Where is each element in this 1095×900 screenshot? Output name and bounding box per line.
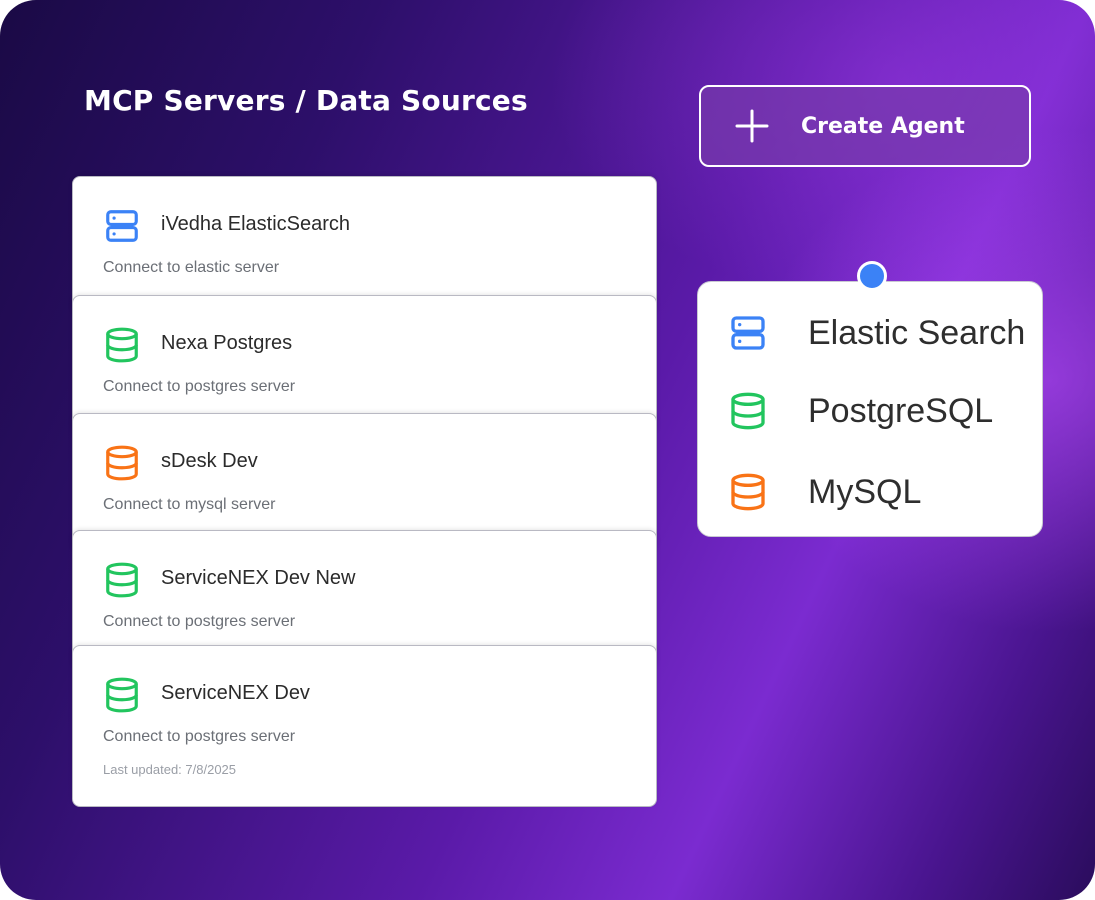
server-card-title: ServiceNEX Dev New [161, 567, 356, 589]
database-icon [728, 472, 768, 512]
app-frame: MCP Servers / Data Sources Create Agent … [0, 0, 1095, 900]
data-source-menu: Elastic Search PostgreSQL MySQL [697, 281, 1043, 537]
database-icon [728, 391, 768, 431]
menu-item-label: PostgreSQL [808, 391, 994, 430]
connector-dot[interactable] [857, 261, 887, 291]
server-card-description: Connect to elastic server [103, 259, 280, 276]
server-card-title: ServiceNEX Dev [161, 682, 310, 704]
create-agent-button[interactable]: Create Agent [699, 85, 1031, 167]
menu-item-label: Elastic Search [808, 313, 1026, 352]
database-icon [103, 444, 141, 482]
create-agent-label: Create Agent [801, 113, 965, 139]
database-icon [103, 561, 141, 599]
server-card-title: sDesk Dev [161, 450, 258, 472]
menu-item-mysql[interactable]: MySQL [698, 462, 1042, 522]
server-card-title: Nexa Postgres [161, 332, 293, 354]
page-title: MCP Servers / Data Sources [84, 84, 528, 117]
server-icon [103, 207, 141, 245]
plus-icon [735, 109, 769, 143]
server-card-description: Connect to postgres server [103, 613, 296, 630]
database-icon [103, 326, 141, 364]
menu-item-postgresql[interactable]: PostgreSQL [698, 381, 1042, 441]
server-card-updated: Last updated: 7/8/2025 [103, 762, 237, 777]
server-card-title: iVedha ElasticSearch [161, 213, 351, 235]
server-card-description: Connect to postgres server [103, 378, 296, 395]
menu-item-elastic-search[interactable]: Elastic Search [698, 303, 1042, 363]
menu-item-label: MySQL [808, 472, 922, 511]
server-card-description: Connect to mysql server [103, 496, 276, 513]
server-icon [728, 313, 768, 353]
database-icon [103, 676, 141, 714]
server-card-description: Connect to postgres server [103, 728, 296, 745]
server-card-servicenex-dev[interactable]: ServiceNEX Dev Connect to postgres serve… [72, 645, 657, 807]
